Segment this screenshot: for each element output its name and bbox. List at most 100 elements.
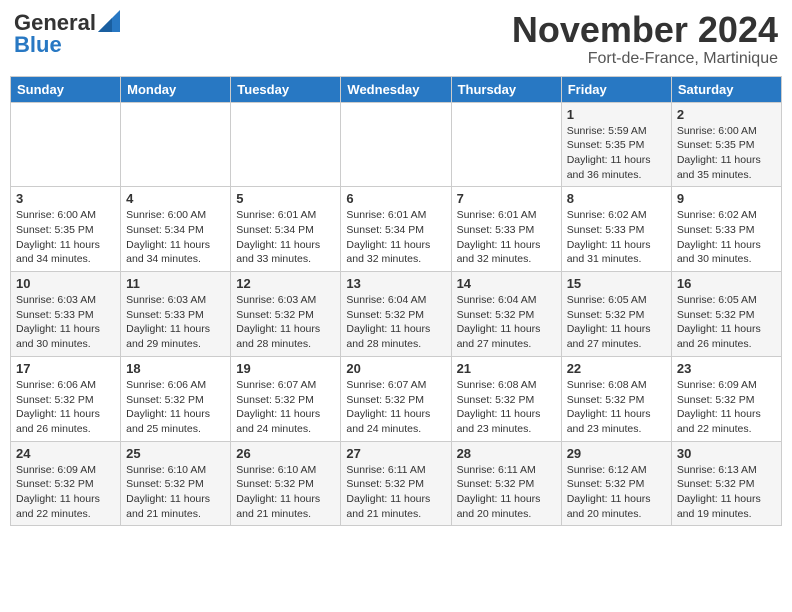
calendar-header-row: SundayMondayTuesdayWednesdayThursdayFrid… [11, 76, 782, 102]
day-number: 23 [677, 361, 776, 376]
day-number: 9 [677, 191, 776, 206]
weekday-header-tuesday: Tuesday [231, 76, 341, 102]
calendar-cell: 9 Sunrise: 6:02 AM Sunset: 5:33 PM Daylig… [671, 187, 781, 272]
calendar-cell: 5 Sunrise: 6:01 AM Sunset: 5:34 PM Daylig… [231, 187, 341, 272]
calendar-cell: 17 Sunrise: 6:06 AM Sunset: 5:32 PM Dayli… [11, 356, 121, 441]
day-info: Sunrise: 6:05 AM Sunset: 5:32 PM Dayligh… [677, 293, 776, 352]
calendar-cell [231, 102, 341, 187]
day-info: Sunrise: 6:06 AM Sunset: 5:32 PM Dayligh… [126, 378, 225, 437]
day-info: Sunrise: 6:02 AM Sunset: 5:33 PM Dayligh… [677, 208, 776, 267]
day-info: Sunrise: 6:09 AM Sunset: 5:32 PM Dayligh… [677, 378, 776, 437]
day-number: 18 [126, 361, 225, 376]
weekday-header-sunday: Sunday [11, 76, 121, 102]
day-info: Sunrise: 6:10 AM Sunset: 5:32 PM Dayligh… [236, 463, 335, 522]
day-info: Sunrise: 6:13 AM Sunset: 5:32 PM Dayligh… [677, 463, 776, 522]
day-number: 3 [16, 191, 115, 206]
weekday-header-thursday: Thursday [451, 76, 561, 102]
calendar-cell: 6 Sunrise: 6:01 AM Sunset: 5:34 PM Daylig… [341, 187, 451, 272]
calendar-cell: 1Sunrise: 5:59 AM Sunset: 5:35 PM Daylig… [561, 102, 671, 187]
day-info: Sunrise: 6:03 AM Sunset: 5:33 PM Dayligh… [16, 293, 115, 352]
calendar-week-5: 24 Sunrise: 6:09 AM Sunset: 5:32 PM Dayli… [11, 441, 782, 526]
day-info: Sunrise: 6:12 AM Sunset: 5:32 PM Dayligh… [567, 463, 666, 522]
title-area: November 2024 Fort-de-France, Martinique [512, 10, 778, 68]
day-info: Sunrise: 6:08 AM Sunset: 5:32 PM Dayligh… [457, 378, 556, 437]
calendar-cell: 26 Sunrise: 6:10 AM Sunset: 5:32 PM Dayli… [231, 441, 341, 526]
day-number: 2 [677, 107, 776, 122]
day-number: 16 [677, 276, 776, 291]
day-info: Sunrise: 6:01 AM Sunset: 5:34 PM Dayligh… [346, 208, 445, 267]
day-number: 26 [236, 446, 335, 461]
calendar-cell: 24 Sunrise: 6:09 AM Sunset: 5:32 PM Dayli… [11, 441, 121, 526]
calendar-cell: 25 Sunrise: 6:10 AM Sunset: 5:32 PM Dayli… [121, 441, 231, 526]
calendar-cell: 27 Sunrise: 6:11 AM Sunset: 5:32 PM Dayli… [341, 441, 451, 526]
day-number: 12 [236, 276, 335, 291]
calendar-cell: 14Sunrise: 6:04 AM Sunset: 5:32 PM Dayli… [451, 272, 561, 357]
calendar-cell: 19 Sunrise: 6:07 AM Sunset: 5:32 PM Dayli… [231, 356, 341, 441]
logo: General Blue [14, 10, 120, 58]
day-info: Sunrise: 6:00 AM Sunset: 5:35 PM Dayligh… [16, 208, 115, 267]
calendar-cell: 13 Sunrise: 6:04 AM Sunset: 5:32 PM Dayli… [341, 272, 451, 357]
day-info: Sunrise: 6:04 AM Sunset: 5:32 PM Dayligh… [346, 293, 445, 352]
page-header: General Blue November 2024 Fort-de-Franc… [10, 10, 782, 68]
day-info: Sunrise: 6:01 AM Sunset: 5:34 PM Dayligh… [236, 208, 335, 267]
day-info: Sunrise: 6:01 AM Sunset: 5:33 PM Dayligh… [457, 208, 556, 267]
day-info: Sunrise: 6:05 AM Sunset: 5:32 PM Dayligh… [567, 293, 666, 352]
day-number: 1 [567, 107, 666, 122]
day-info: Sunrise: 6:02 AM Sunset: 5:33 PM Dayligh… [567, 208, 666, 267]
day-number: 7 [457, 191, 556, 206]
day-number: 24 [16, 446, 115, 461]
calendar-cell [451, 102, 561, 187]
calendar-cell: 12 Sunrise: 6:03 AM Sunset: 5:32 PM Dayli… [231, 272, 341, 357]
logo-icon [98, 10, 120, 32]
calendar-cell: 10 Sunrise: 6:03 AM Sunset: 5:33 PM Dayli… [11, 272, 121, 357]
day-number: 6 [346, 191, 445, 206]
calendar-cell: 21 Sunrise: 6:08 AM Sunset: 5:32 PM Dayli… [451, 356, 561, 441]
calendar-week-4: 17 Sunrise: 6:06 AM Sunset: 5:32 PM Dayli… [11, 356, 782, 441]
calendar-week-2: 3 Sunrise: 6:00 AM Sunset: 5:35 PM Daylig… [11, 187, 782, 272]
day-number: 5 [236, 191, 335, 206]
calendar-cell: 18 Sunrise: 6:06 AM Sunset: 5:32 PM Dayli… [121, 356, 231, 441]
weekday-header-saturday: Saturday [671, 76, 781, 102]
day-number: 10 [16, 276, 115, 291]
weekday-header-friday: Friday [561, 76, 671, 102]
day-number: 20 [346, 361, 445, 376]
calendar-cell: 22Sunrise: 6:08 AM Sunset: 5:32 PM Dayli… [561, 356, 671, 441]
day-info: Sunrise: 6:06 AM Sunset: 5:32 PM Dayligh… [16, 378, 115, 437]
weekday-header-wednesday: Wednesday [341, 76, 451, 102]
calendar-cell: 28 Sunrise: 6:11 AM Sunset: 5:32 PM Dayli… [451, 441, 561, 526]
day-number: 17 [16, 361, 115, 376]
day-number: 21 [457, 361, 556, 376]
day-info: Sunrise: 6:00 AM Sunset: 5:35 PM Dayligh… [677, 124, 776, 183]
calendar-cell: 3 Sunrise: 6:00 AM Sunset: 5:35 PM Daylig… [11, 187, 121, 272]
calendar-cell: 2 Sunrise: 6:00 AM Sunset: 5:35 PM Daylig… [671, 102, 781, 187]
day-number: 25 [126, 446, 225, 461]
calendar-week-1: 1Sunrise: 5:59 AM Sunset: 5:35 PM Daylig… [11, 102, 782, 187]
day-number: 13 [346, 276, 445, 291]
logo-blue: Blue [14, 32, 62, 58]
day-number: 19 [236, 361, 335, 376]
calendar-cell: 11Sunrise: 6:03 AM Sunset: 5:33 PM Dayli… [121, 272, 231, 357]
calendar-cell: 20 Sunrise: 6:07 AM Sunset: 5:32 PM Dayli… [341, 356, 451, 441]
day-number: 30 [677, 446, 776, 461]
calendar-week-3: 10 Sunrise: 6:03 AM Sunset: 5:33 PM Dayli… [11, 272, 782, 357]
day-number: 28 [457, 446, 556, 461]
calendar-cell: 4Sunrise: 6:00 AM Sunset: 5:34 PM Daylig… [121, 187, 231, 272]
day-number: 8 [567, 191, 666, 206]
day-number: 27 [346, 446, 445, 461]
weekday-header-monday: Monday [121, 76, 231, 102]
day-number: 15 [567, 276, 666, 291]
day-info: Sunrise: 6:11 AM Sunset: 5:32 PM Dayligh… [457, 463, 556, 522]
calendar-cell: 23 Sunrise: 6:09 AM Sunset: 5:32 PM Dayli… [671, 356, 781, 441]
day-info: Sunrise: 6:03 AM Sunset: 5:32 PM Dayligh… [236, 293, 335, 352]
day-info: Sunrise: 6:03 AM Sunset: 5:33 PM Dayligh… [126, 293, 225, 352]
calendar-cell: 7 Sunrise: 6:01 AM Sunset: 5:33 PM Daylig… [451, 187, 561, 272]
day-info: Sunrise: 6:11 AM Sunset: 5:32 PM Dayligh… [346, 463, 445, 522]
day-info: Sunrise: 6:09 AM Sunset: 5:32 PM Dayligh… [16, 463, 115, 522]
calendar-cell: 15 Sunrise: 6:05 AM Sunset: 5:32 PM Dayli… [561, 272, 671, 357]
day-info: Sunrise: 6:07 AM Sunset: 5:32 PM Dayligh… [236, 378, 335, 437]
calendar-table: SundayMondayTuesdayWednesdayThursdayFrid… [10, 76, 782, 527]
day-number: 14 [457, 276, 556, 291]
day-number: 4 [126, 191, 225, 206]
day-info: Sunrise: 6:10 AM Sunset: 5:32 PM Dayligh… [126, 463, 225, 522]
day-info: Sunrise: 6:07 AM Sunset: 5:32 PM Dayligh… [346, 378, 445, 437]
